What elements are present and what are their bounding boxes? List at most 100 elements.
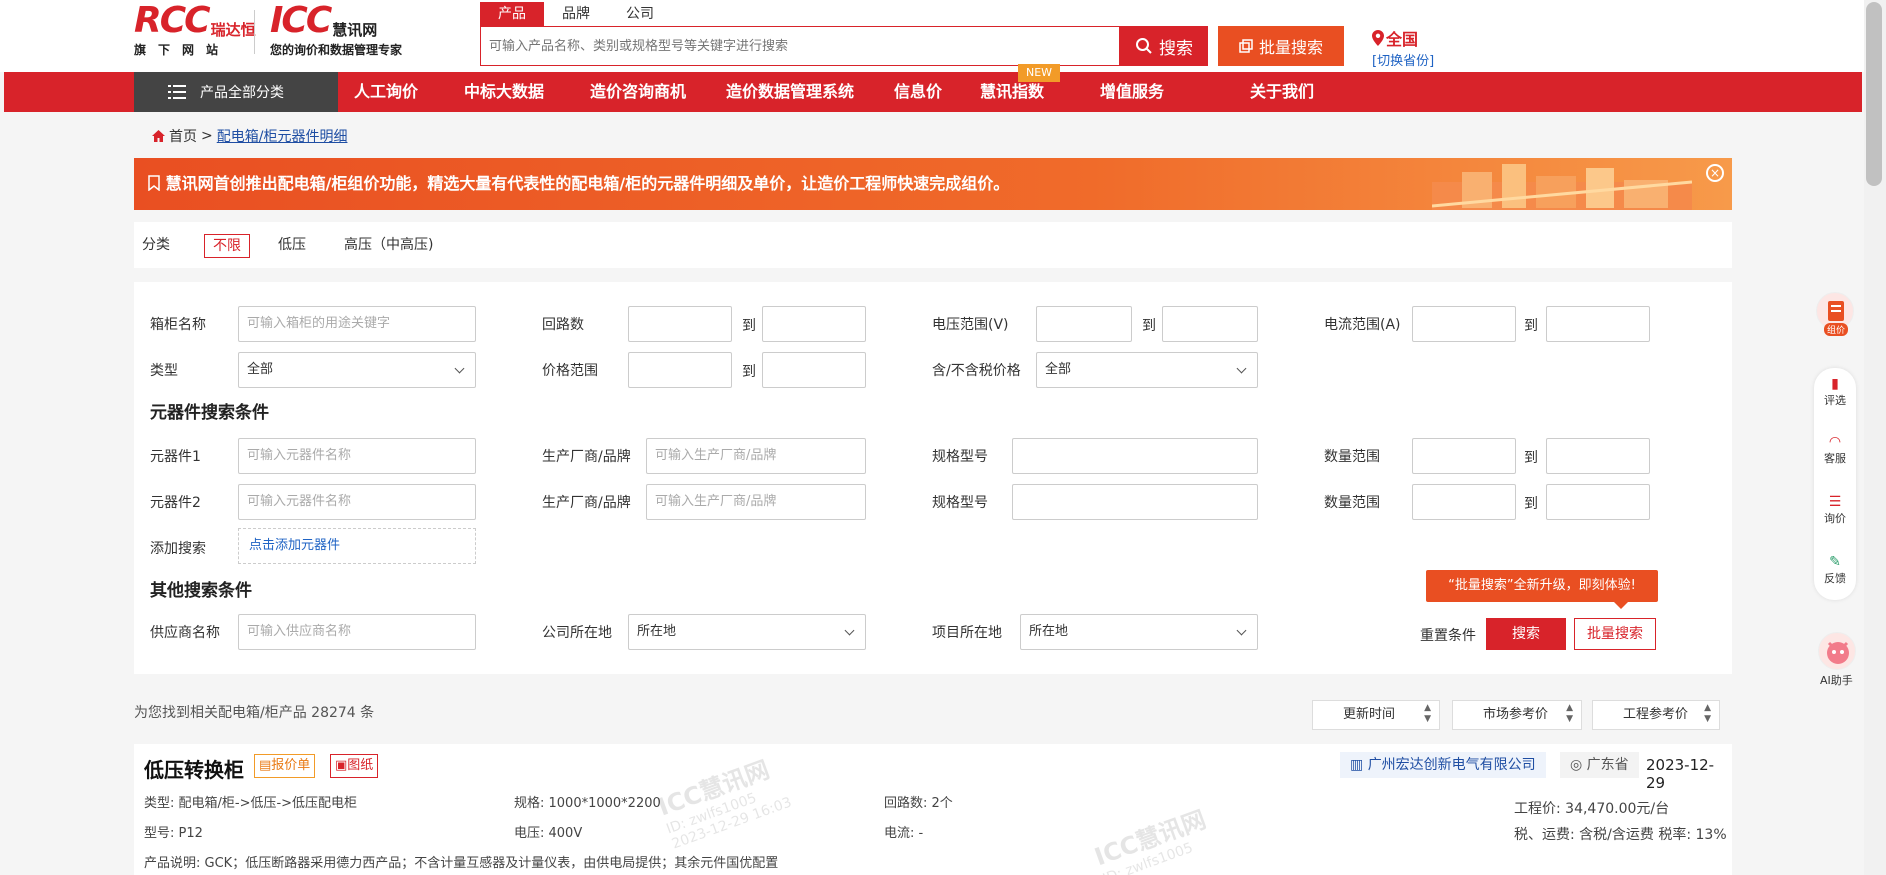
- nav-item-bid-data[interactable]: 中标大数据: [464, 72, 544, 112]
- breadcrumb-current[interactable]: 配电箱/柜元器件明细: [217, 126, 348, 146]
- switch-province-link[interactable]: [切换省份]: [1372, 50, 1434, 69]
- type-select[interactable]: 全部: [238, 352, 476, 388]
- component2-input[interactable]: 可输入元器件名称: [238, 484, 476, 520]
- cabinet-name-label: 箱柜名称: [150, 317, 206, 333]
- headset-icon: ◠: [1828, 434, 1842, 450]
- breadcrumb-home[interactable]: 首页: [169, 126, 197, 146]
- maker2-label: 生产厂商/品牌: [542, 495, 631, 511]
- tab-product[interactable]: 产品: [480, 2, 544, 26]
- component1-label: 元器件1: [150, 449, 201, 465]
- sort-update-time-label: 更新时间: [1343, 707, 1396, 722]
- maker2-input[interactable]: 可输入生产厂商/品牌: [646, 484, 866, 520]
- search-button-label: 搜索: [1159, 38, 1193, 59]
- voltage-min-input[interactable]: [1036, 306, 1132, 342]
- current-to: 到: [1524, 318, 1538, 334]
- search-input[interactable]: [481, 27, 1119, 65]
- toolbar-item-inquiry-label: 询价: [1824, 512, 1846, 525]
- scrollbar-thumb[interactable]: [1866, 2, 1882, 186]
- sort-market-price[interactable]: 市场参考价 ▲ ▼: [1452, 700, 1582, 730]
- price-max-input[interactable]: [762, 352, 866, 388]
- location-selector[interactable]: 全国 [切换省份]: [1372, 26, 1434, 69]
- ai-assistant-button[interactable]: [1818, 632, 1856, 670]
- qty2-label: 数量范围: [1324, 495, 1380, 511]
- reset-button[interactable]: 重置条件: [1420, 625, 1476, 645]
- batch-search-tooltip: “批量搜索”全新升级，即刻体验!: [1426, 570, 1658, 609]
- product-loops: 回路数: 2个: [884, 796, 953, 811]
- quote-doc-icon: ▤: [259, 758, 272, 773]
- nav-item-value-added[interactable]: 增值服务: [1100, 72, 1164, 112]
- loops-to: 到: [742, 318, 756, 334]
- qty1-max-input[interactable]: [1546, 438, 1650, 474]
- batch-search-label: 批量搜索: [1258, 38, 1323, 57]
- nav-item-manual-quote[interactable]: 人工询价: [354, 72, 418, 112]
- banner-close-button[interactable]: ×: [1706, 164, 1724, 182]
- voltage-to: 到: [1142, 318, 1156, 334]
- tab-company[interactable]: 公司: [608, 2, 672, 26]
- component-section-title: 元器件搜索条件: [150, 403, 269, 423]
- product-current: 电流: -: [884, 826, 924, 841]
- type-label: 类型: [150, 363, 178, 379]
- maker1-input[interactable]: 可输入生产厂商/品牌: [646, 438, 866, 474]
- current-label: 电流范围(A): [1324, 317, 1401, 333]
- loops-label: 回路数: [542, 317, 584, 333]
- category-option-low[interactable]: 低压: [278, 234, 306, 256]
- component2-label: 元器件2: [150, 495, 201, 511]
- result-count: 为您找到相关配电箱/柜产品 28274 条: [134, 705, 375, 721]
- toolbar-item-feedback-label: 反馈: [1824, 572, 1846, 585]
- all-categories-button[interactable]: 产品全部分类: [134, 72, 338, 112]
- bookmark-icon: [148, 175, 160, 192]
- sort-update-time[interactable]: 更新时间 ▲ ▼: [1312, 700, 1440, 730]
- spec1-textarea[interactable]: [1012, 438, 1258, 474]
- cabinet-name-input[interactable]: 可输入箱柜的用途关键字: [238, 306, 476, 342]
- current-max-input[interactable]: [1546, 306, 1650, 342]
- main-nav: 产品全部分类 人工询价 中标大数据 造价咨询商机 造价数据管理系统 信息价 慧讯…: [4, 64, 1862, 112]
- qty2-max-input[interactable]: [1546, 484, 1650, 520]
- qty1-label: 数量范围: [1324, 449, 1380, 465]
- sort-arrows-icon: ▲ ▼: [1424, 703, 1431, 724]
- toolbar-item-review-label: 评选: [1824, 394, 1846, 407]
- qty2-min-input[interactable]: [1412, 484, 1516, 520]
- search-box: [480, 26, 1120, 66]
- batch-search-button[interactable]: 批量搜索: [1218, 26, 1344, 66]
- category-option-high[interactable]: 高压（中高压): [344, 234, 433, 256]
- tax-select[interactable]: 全部: [1036, 352, 1258, 388]
- current-min-input[interactable]: [1412, 306, 1516, 342]
- toolbar-item-review[interactable]: ▮ 评选: [1814, 376, 1856, 408]
- voltage-max-input[interactable]: [1162, 306, 1258, 342]
- component1-input[interactable]: 可输入元器件名称: [238, 438, 476, 474]
- price-min-input[interactable]: [628, 352, 732, 388]
- quote-tag-label: 报价单: [271, 758, 311, 773]
- form-batch-search-button[interactable]: 批量搜索: [1574, 618, 1656, 650]
- rcc-logo-text: RCC: [134, 0, 211, 41]
- nav-item-cost-data-system[interactable]: 造价数据管理系统: [726, 72, 854, 112]
- tab-brand[interactable]: 品牌: [544, 2, 608, 26]
- spec2-label: 规格型号: [932, 495, 988, 511]
- toolbar-item-feedback[interactable]: ✎ 反馈: [1814, 554, 1856, 586]
- supplier-input[interactable]: 可输入供应商名称: [238, 614, 476, 650]
- project-location-select[interactable]: 所在地: [1020, 614, 1258, 650]
- icc-logo[interactable]: ICC 慧讯网 您的询价和数据管理专家: [270, 2, 402, 58]
- product-title[interactable]: 低压转换柜: [144, 754, 244, 783]
- toolbar-item-inquiry[interactable]: ☰ 询价: [1814, 494, 1856, 526]
- add-component-link[interactable]: 点击添加元器件: [238, 528, 476, 564]
- nav-item-info-price[interactable]: 信息价: [894, 72, 942, 112]
- rcc-logo[interactable]: RCC 瑞达恒 旗下网站: [134, 2, 256, 58]
- form-search-button[interactable]: 搜索: [1486, 618, 1566, 650]
- nav-item-cost-consulting[interactable]: 造价咨询商机: [590, 72, 686, 112]
- sort-engineering-price[interactable]: 工程参考价 ▲ ▼: [1592, 700, 1720, 730]
- loops-min-input[interactable]: [628, 306, 732, 342]
- search-button[interactable]: 搜索: [1120, 26, 1208, 66]
- category-option-all[interactable]: 不限: [204, 234, 250, 258]
- nav-item-about[interactable]: 关于我们: [1250, 72, 1314, 112]
- sort-arrows-icon: ▲ ▼: [1566, 703, 1573, 724]
- breadcrumb-separator: >: [201, 128, 213, 144]
- spec2-textarea[interactable]: [1012, 484, 1258, 520]
- qty1-min-input[interactable]: [1412, 438, 1516, 474]
- drawing-tag[interactable]: ▣图纸: [330, 754, 379, 778]
- loops-max-input[interactable]: [762, 306, 866, 342]
- logo-divider: [254, 10, 255, 54]
- company-link[interactable]: ▥ 广州宏达创新电气有限公司: [1340, 752, 1546, 778]
- quote-tag[interactable]: ▤报价单: [254, 754, 316, 778]
- company-location-select[interactable]: 所在地: [628, 614, 866, 650]
- toolbar-item-service[interactable]: ◠ 客服: [1814, 434, 1856, 466]
